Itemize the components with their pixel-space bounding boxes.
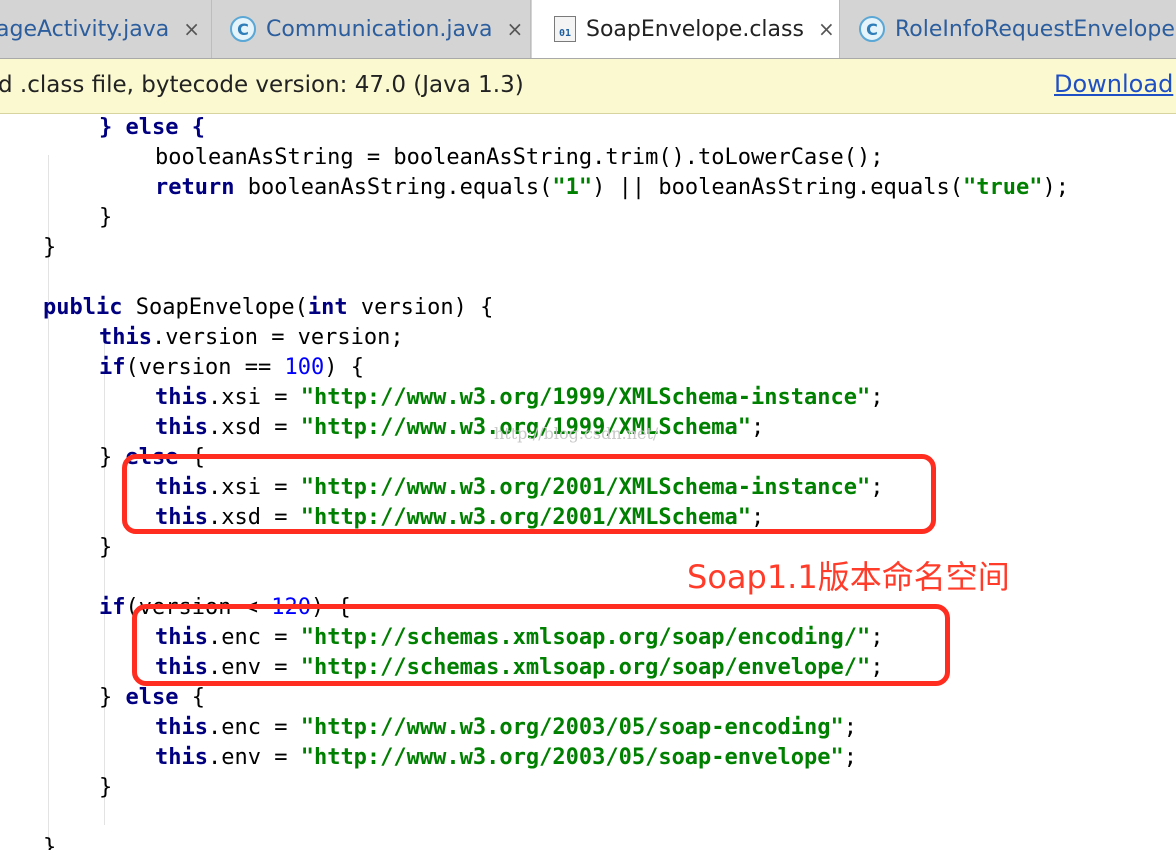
code-keyword: if	[99, 355, 126, 380]
code-string: "http://www.w3.org/2003/05/soap-encoding…	[300, 715, 844, 740]
close-icon[interactable]: ×	[507, 17, 524, 41]
code-line: }	[99, 533, 112, 563]
tab-label: ageActivity.java	[0, 16, 170, 42]
code-string: "true"	[963, 175, 1043, 200]
code-text: {	[178, 685, 205, 710]
code-line: booleanAsString = booleanAsString.trim()…	[155, 143, 883, 173]
code-text: version) {	[347, 295, 494, 320]
code-text: }	[43, 835, 57, 850]
code-line: }	[99, 773, 112, 803]
class-c-icon: C	[230, 16, 256, 42]
code-line: } else {	[99, 683, 205, 713]
code-text: );	[1042, 175, 1069, 200]
code-keyword: return	[155, 175, 235, 200]
code-line: }	[99, 203, 112, 233]
code-line: this.xsd = "http://www.w3.org/1999/XMLSc…	[155, 413, 764, 443]
tab-label: RoleInfoRequestEnvelope.ja	[895, 16, 1176, 42]
highlight-box-xmlschema-2001	[122, 454, 936, 534]
code-string: "http://www.w3.org/2003/05/soap-envelope…	[300, 745, 844, 770]
download-sources-link[interactable]: Download	[1054, 70, 1173, 98]
code-keyword: if	[99, 595, 126, 620]
code-line: if(version == 100) {	[99, 353, 364, 383]
code-text: }	[99, 535, 113, 560]
code-keyword: else	[125, 685, 179, 710]
code-text: ;	[843, 745, 858, 770]
indent-guide	[104, 335, 105, 825]
tab-label: SoapEnvelope.class	[586, 16, 804, 42]
tab-role-info-request-envelope[interactable]: C RoleInfoRequestEnvelope.ja	[841, 0, 1176, 58]
code-text: .version = version;	[151, 325, 404, 350]
code-line: } else {	[99, 115, 205, 143]
code-text: ) || booleanAsString.equals(	[592, 175, 963, 200]
code-string: "http://www.w3.org/1999/XMLSchema-instan…	[300, 385, 871, 410]
close-icon[interactable]: ×	[818, 17, 835, 41]
code-text: .xsi =	[207, 385, 301, 410]
code-keyword: public	[43, 295, 123, 320]
code-text: .env =	[207, 745, 301, 770]
code-keyword: this	[155, 715, 208, 740]
code-line: }	[43, 833, 56, 850]
code-keyword: this	[155, 415, 208, 440]
code-text: .xsd =	[207, 415, 301, 440]
code-text: }	[99, 775, 113, 800]
code-text: SoapEnvelope(	[122, 295, 308, 320]
tab-page-activity[interactable]: ageActivity.java ×	[0, 0, 212, 58]
code-line: public SoapEnvelope(int version) {	[43, 293, 493, 323]
code-keyword: this	[155, 385, 208, 410]
highlight-box-soap-namespaces	[132, 604, 950, 686]
code-string: "1"	[552, 175, 593, 200]
code-line: this.version = version;	[99, 323, 404, 353]
code-line: this.xsi = "http://www.w3.org/1999/XMLSc…	[155, 383, 884, 413]
editor-tab-bar: ageActivity.java × C Communication.java …	[0, 0, 1176, 59]
code-keyword: this	[155, 745, 208, 770]
close-icon[interactable]: ×	[183, 17, 200, 41]
code-line: return booleanAsString.equals("1") || bo…	[155, 173, 1069, 203]
class-c-icon: C	[859, 16, 885, 42]
code-text: }	[99, 685, 126, 710]
class-file-icon: 01	[554, 16, 576, 42]
code-text: ) {	[324, 355, 364, 380]
code-line: }	[43, 233, 56, 263]
code-keyword: int	[307, 295, 348, 320]
code-text: booleanAsString.equals(	[234, 175, 553, 200]
code-number: 100	[284, 355, 325, 380]
watermark: http://blog.csdn.net/	[494, 424, 659, 443]
code-text: }	[99, 205, 113, 230]
code-text: ;	[843, 715, 858, 740]
decompiled-notice-bar: d .class file, bytecode version: 47.0 (J…	[0, 59, 1176, 114]
notice-text: d .class file, bytecode version: 47.0 (J…	[0, 72, 524, 98]
code-text: ;	[870, 385, 884, 410]
tab-communication[interactable]: C Communication.java ×	[213, 0, 531, 58]
annotation-text: Soap1.1版本命名空间	[687, 558, 1010, 596]
code-line: this.enc = "http://www.w3.org/2003/05/so…	[155, 713, 857, 743]
code-text: booleanAsString = booleanAsString.trim()…	[155, 145, 884, 170]
code-keyword: this	[99, 325, 152, 350]
tab-soap-envelope-class[interactable]: 01 SoapEnvelope.class ×	[532, 0, 840, 58]
code-keyword: } else {	[99, 115, 205, 140]
code-text: .enc =	[207, 715, 301, 740]
code-text: ;	[751, 415, 765, 440]
code-text: (version ==	[125, 355, 285, 380]
code-line: this.env = "http://www.w3.org/2003/05/so…	[155, 743, 857, 773]
tab-label: Communication.java	[266, 16, 493, 42]
code-text: }	[43, 235, 57, 260]
